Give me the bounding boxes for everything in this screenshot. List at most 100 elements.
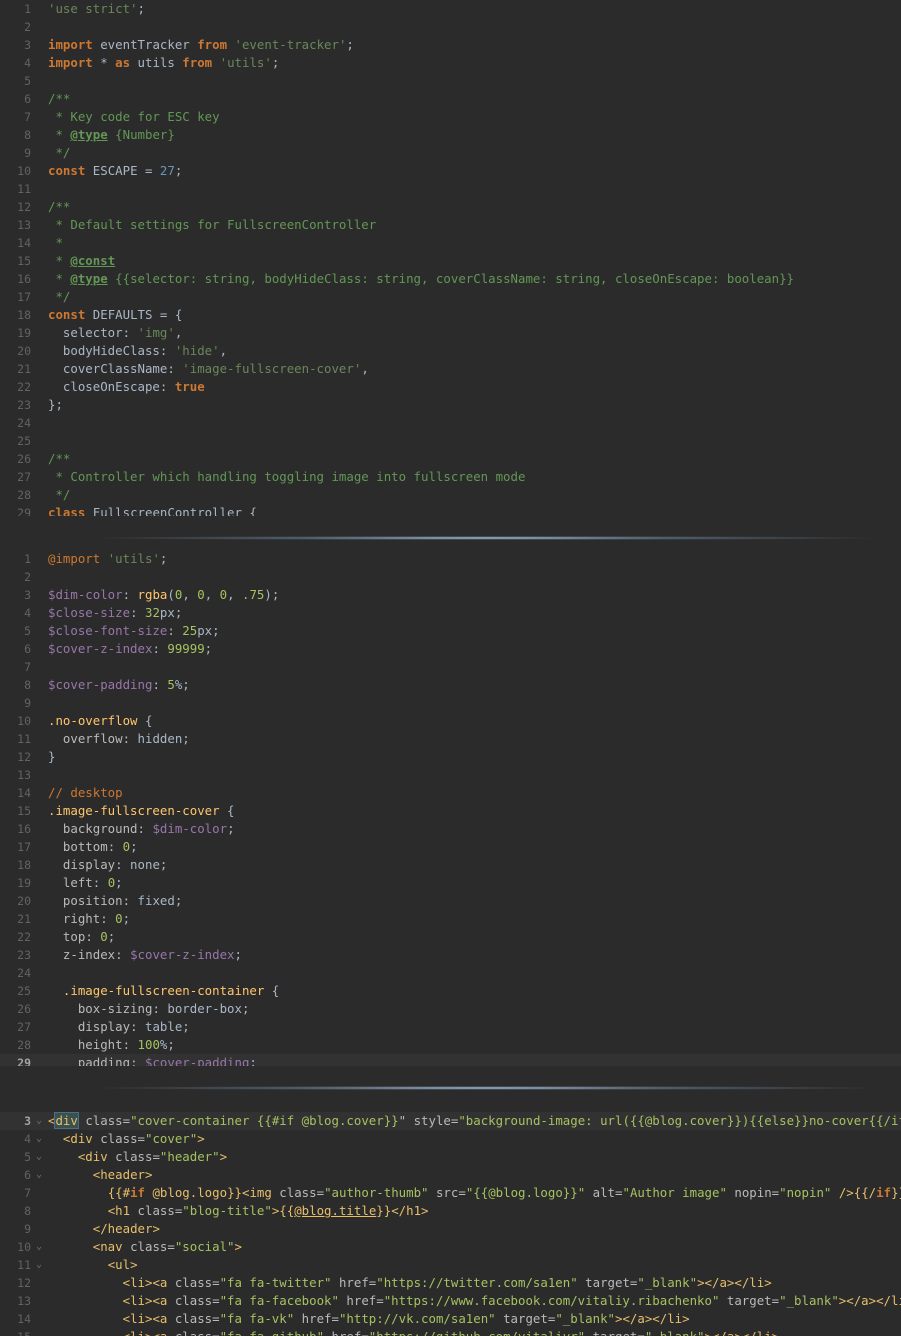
code-token: "Author image": [622, 1185, 727, 1200]
code-line[interactable]: 12}: [0, 748, 901, 766]
code-line[interactable]: 10 .no-overflow {: [0, 712, 901, 730]
code-line[interactable]: 28 height: 100%;: [0, 1036, 901, 1054]
code-line[interactable]: 5: [0, 72, 901, 90]
code-line[interactable]: 5 $close-font-size: 25px;: [0, 622, 901, 640]
code-line[interactable]: 21 coverClassName: 'image-fullscreen-cov…: [0, 360, 901, 378]
pane-separator: [0, 1066, 901, 1110]
code-line[interactable]: 3 ⌄ <div class="cover-container {{#if @blo…: [0, 1112, 901, 1130]
code-line[interactable]: 11: [0, 180, 901, 198]
code-line[interactable]: 14 *: [0, 234, 901, 252]
code-line[interactable]: 6 ⌄ <header>: [0, 1166, 901, 1184]
line-number: 24: [17, 416, 31, 430]
code-line[interactable]: 8 * @type {Number}: [0, 126, 901, 144]
line-number: 22: [17, 930, 31, 944]
code-line[interactable]: 14 <li><a class="fa fa-vk" href="http://…: [0, 1310, 901, 1328]
fold-chevron-icon[interactable]: ⌄: [36, 1238, 42, 1256]
code-line[interactable]: 26 /**: [0, 450, 901, 468]
code-token: :: [167, 623, 183, 638]
code-token: <nav: [92, 1239, 123, 1254]
code-line[interactable]: 16 * @type {{selector: string, bodyHideC…: [0, 270, 901, 288]
code-line[interactable]: 27 * Controller which handling toggling …: [0, 468, 901, 486]
code-line[interactable]: 23 z-index: $cover-z-index;: [0, 946, 901, 964]
code-line[interactable]: 23};: [0, 396, 901, 414]
code-token: "https://www.facebook.com/vitaliy.ribach…: [383, 1293, 720, 1308]
line-number: 20: [17, 894, 31, 908]
code-line[interactable]: 19 left: 0;: [0, 874, 901, 892]
code-line[interactable]: 4 $close-size: 32px;: [0, 604, 901, 622]
code-line[interactable]: 9 */: [0, 144, 901, 162]
code-line[interactable]: 25: [0, 432, 901, 450]
code-line[interactable]: 20 bodyHideClass: 'hide',: [0, 342, 901, 360]
fold-chevron-icon[interactable]: ⌄: [36, 1166, 42, 1184]
code-line[interactable]: 4 ⌄ <div class="cover">: [0, 1130, 901, 1148]
code-line[interactable]: 9 </header>: [0, 1220, 901, 1238]
code-line[interactable]: 15 <li><a class="fa fa-github" href="htt…: [0, 1328, 901, 1336]
code-token: :: [152, 641, 168, 656]
code-token: class=: [167, 1275, 220, 1290]
code-line[interactable]: 18 const DEFAULTS = {: [0, 306, 901, 324]
code-text: bodyHideClass: 'hide',: [48, 342, 227, 360]
code-text: box-sizing: border-box;: [48, 1000, 250, 1018]
code-token: ;: [227, 821, 235, 836]
code-line[interactable]: 6 $cover-z-index: 99999;: [0, 640, 901, 658]
code-line[interactable]: 2: [0, 18, 901, 36]
code-line[interactable]: 22 closeOnEscape: true: [0, 378, 901, 396]
hbs-editor-pane[interactable]: 3 ⌄ <div class="cover-container {{#if @blo…: [0, 1112, 901, 1336]
code-line[interactable]: 17 */: [0, 288, 901, 306]
code-line[interactable]: 14 // desktop: [0, 784, 901, 802]
code-line[interactable]: 7 {{#if @blog.logo}}<img class="author-t…: [0, 1184, 901, 1202]
code-line[interactable]: 22 top: 0;: [0, 928, 901, 946]
js-editor-pane[interactable]: 1'use strict'; 2 3 import eventTracker from…: [0, 0, 901, 522]
code-line[interactable]: 3 import eventTracker from 'event-tracker…: [0, 36, 901, 54]
scss-editor-pane[interactable]: 1 @import 'utils'; 2 3 $dim-color: rgba(0, 0…: [0, 550, 901, 1074]
code-line[interactable]: 18 display: none;: [0, 856, 901, 874]
code-line[interactable]: 15 * @const: [0, 252, 901, 270]
line-number: 19: [17, 876, 31, 890]
code-line[interactable]: 25 .image-fullscreen-container {: [0, 982, 901, 1000]
fold-chevron-icon[interactable]: ⌄: [36, 1130, 42, 1148]
fold-chevron-icon[interactable]: ⌄: [36, 1256, 42, 1274]
code-line[interactable]: 3 $dim-color: rgba(0, 0, 0, .75);: [0, 586, 901, 604]
code-line[interactable]: 16 background: $dim-color;: [0, 820, 901, 838]
code-line[interactable]: 12 /**: [0, 198, 901, 216]
code-line[interactable]: 11 ⌄ <ul>: [0, 1256, 901, 1274]
code-line[interactable]: 5 ⌄ <div class="header">: [0, 1148, 901, 1166]
code-line[interactable]: 10 ⌄ <nav class="social">: [0, 1238, 901, 1256]
code-line[interactable]: 7: [0, 658, 901, 676]
code-line[interactable]: 21 right: 0;: [0, 910, 901, 928]
code-line[interactable]: 13 * Default settings for FullscreenCont…: [0, 216, 901, 234]
code-line[interactable]: 4 import * as utils from 'utils';: [0, 54, 901, 72]
code-line[interactable]: 17 bottom: 0;: [0, 838, 901, 856]
code-line[interactable]: 20 position: fixed;: [0, 892, 901, 910]
code-line[interactable]: 15 .image-fullscreen-cover {: [0, 802, 901, 820]
code-line[interactable]: 9: [0, 694, 901, 712]
code-line[interactable]: 8 <h1 class="blog-title">{{@blog.title}}…: [0, 1202, 901, 1220]
fold-chevron-icon[interactable]: ⌄: [36, 1148, 42, 1166]
code-line[interactable]: 7 * Key code for ESC key: [0, 108, 901, 126]
code-line[interactable]: 13: [0, 766, 901, 784]
code-line[interactable]: 26 box-sizing: border-box;: [0, 1000, 901, 1018]
code-text: </header>: [48, 1220, 160, 1238]
code-line[interactable]: 1 @import 'utils';: [0, 550, 901, 568]
code-line[interactable]: 2: [0, 568, 901, 586]
code-token: </h1>: [391, 1203, 429, 1218]
code-token: {{selector: string, bodyHideClass: strin…: [107, 271, 795, 286]
code-line[interactable]: 27 display: table;: [0, 1018, 901, 1036]
code-line[interactable]: 1 'use strict';: [0, 0, 901, 18]
code-line[interactable]: 24: [0, 414, 901, 432]
fold-chevron-icon[interactable]: ⌄: [36, 1112, 42, 1130]
line-number: 22: [17, 380, 31, 394]
code-line[interactable]: 8 $cover-padding: 5%;: [0, 676, 901, 694]
code-line[interactable]: 28 */: [0, 486, 901, 504]
code-line[interactable]: 12 <li><a class="fa fa-twitter" href="ht…: [0, 1274, 901, 1292]
code-line[interactable]: 10 const ESCAPE = 27;: [0, 162, 901, 180]
code-line[interactable]: 6 /**: [0, 90, 901, 108]
code-line[interactable]: 11 overflow: hidden;: [0, 730, 901, 748]
code-line[interactable]: 13 <li><a class="fa fa-facebook" href="h…: [0, 1292, 901, 1310]
code-line[interactable]: 19 selector: 'img',: [0, 324, 901, 342]
line-number: 4: [24, 606, 31, 620]
code-line[interactable]: 24: [0, 964, 901, 982]
